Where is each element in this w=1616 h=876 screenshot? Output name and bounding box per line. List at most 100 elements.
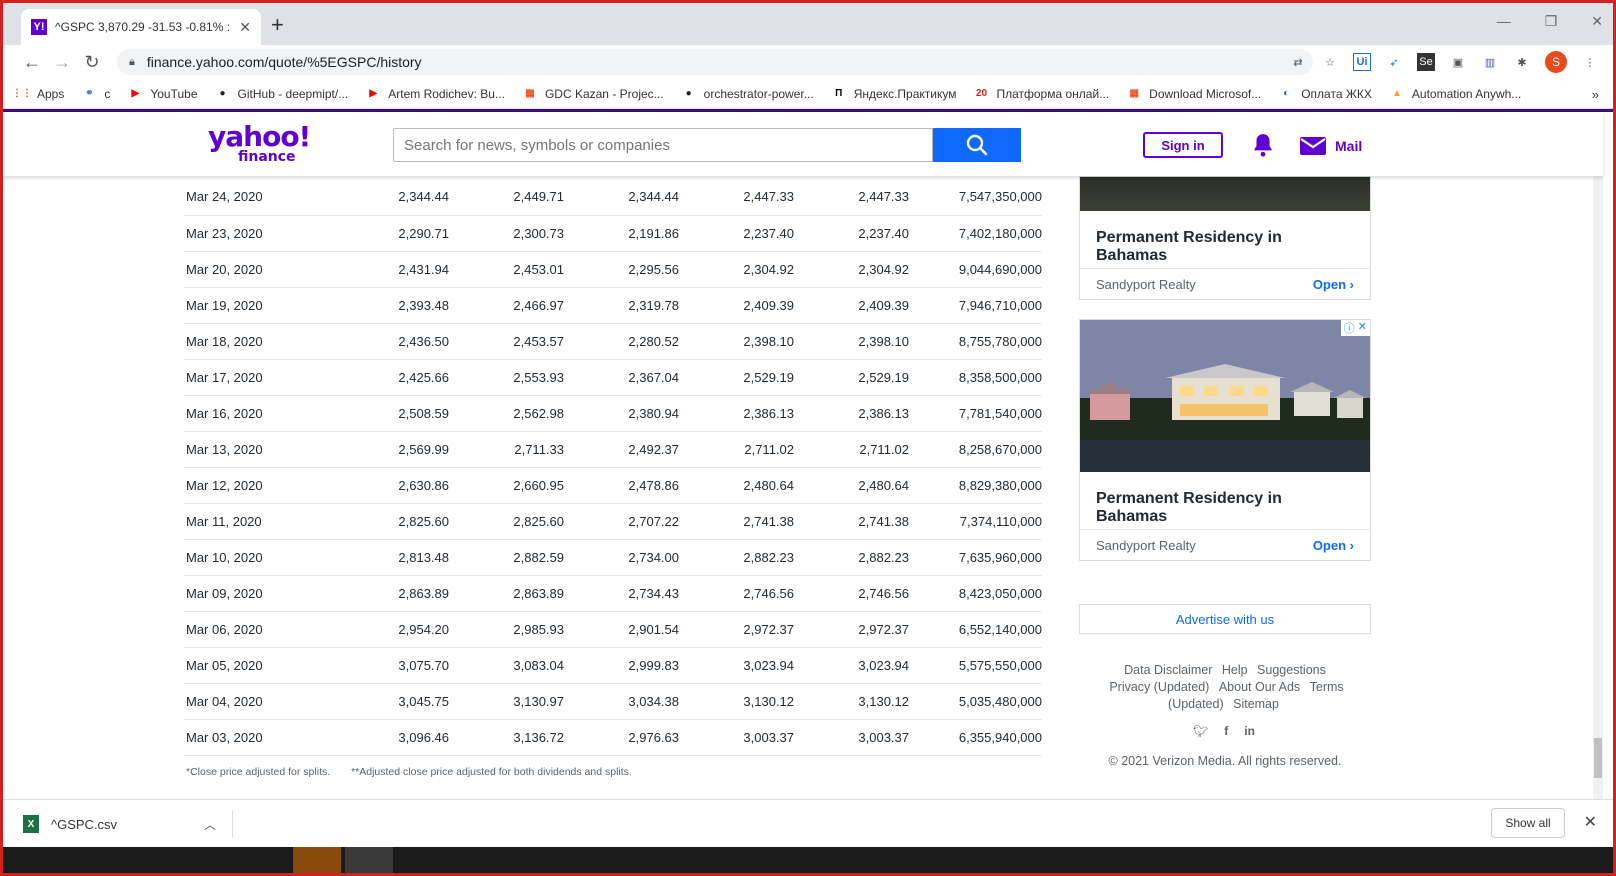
open-cell: 3,045.75	[334, 683, 449, 720]
window-controls: — ❐ ✕	[1497, 13, 1603, 30]
menu-kebab-icon[interactable]: ⋮	[1581, 53, 1599, 71]
chevron-up-icon[interactable]: ︿	[204, 816, 216, 833]
translate-icon[interactable]: ⇄	[1289, 53, 1307, 71]
adj-close-cell: 2,480.64	[794, 467, 909, 504]
teams-extension-icon[interactable]: ▥	[1481, 53, 1499, 71]
bookmark-item[interactable]: ▶ Artem Rodichev: Bu...	[366, 87, 505, 101]
ad-open-link[interactable]: Open ›	[1313, 277, 1354, 292]
show-all-button[interactable]: Show all	[1491, 808, 1565, 838]
open-cell: 2,863.89	[334, 575, 449, 612]
date-cell: Mar 12, 2020	[184, 467, 334, 504]
notifications-bell-icon[interactable]	[1250, 132, 1276, 163]
ad-footer: Sandyport Realty Open ›	[1080, 269, 1370, 299]
ad-choices-icon[interactable]: ⓘ ✕	[1340, 320, 1370, 336]
footer-link[interactable]: About Our Ads	[1219, 680, 1300, 694]
footer-link[interactable]: Suggestions	[1257, 663, 1326, 677]
back-icon[interactable]: ←	[17, 52, 47, 73]
high-cell: 2,863.89	[449, 575, 564, 612]
bookmark-item[interactable]: ⋮⋮ Apps	[12, 87, 64, 101]
ad-open-link[interactable]: Open ›	[1313, 538, 1354, 553]
linkedin-icon[interactable]: in	[1244, 724, 1255, 738]
ad-sponsor: Sandyport Realty	[1096, 537, 1196, 553]
high-cell: 2,466.97	[449, 287, 564, 324]
download-item[interactable]: X ^GSPC.csv ︿	[23, 810, 233, 838]
volume-cell: 5,035,480,000	[909, 683, 1042, 720]
close-cell: 3,130.12	[679, 683, 794, 720]
low-cell: 2,492.37	[564, 431, 679, 468]
puzzle-extensions-icon[interactable]: ✱	[1513, 53, 1531, 71]
yahoo-finance-logo[interactable]: yahoo! finance	[208, 123, 311, 165]
footer-link[interactable]: Privacy (Updated)	[1109, 680, 1209, 694]
star-icon[interactable]: ☆	[1321, 53, 1339, 71]
sponsored-ad[interactable]: Permanent Residency in Bahamas Sandyport…	[1079, 176, 1371, 300]
table-row: Mar 10, 2020 2,813.48 2,882.59 2,734.00 2,88…	[184, 539, 1042, 576]
adj-close-cell: 2,409.39	[794, 287, 909, 324]
restore-icon[interactable]: ❐	[1545, 13, 1558, 30]
close-cell: 2,480.64	[679, 467, 794, 504]
table-row: Mar 18, 2020 2,436.50 2,453.57 2,280.52 2,39…	[184, 323, 1042, 360]
footer-link[interactable]: Sitemap	[1233, 697, 1279, 711]
volume-cell: 5,575,550,000	[909, 647, 1042, 684]
footer-link[interactable]: Data Disclaimer	[1124, 663, 1212, 677]
forward-icon[interactable]: →	[47, 52, 77, 73]
bookmark-item[interactable]: ▶ YouTube	[128, 87, 198, 101]
date-cell: Mar 04, 2020	[184, 683, 334, 720]
high-cell: 2,553.93	[449, 359, 564, 396]
bookmark-item[interactable]: 20 Платформа онлай...	[974, 87, 1109, 101]
selenium-extension-icon[interactable]: Se	[1417, 53, 1435, 71]
profile-avatar[interactable]: S	[1545, 51, 1567, 73]
new-tab-icon[interactable]: +	[271, 14, 284, 36]
table-footnotes: *Close price adjusted for splits. **Adju…	[186, 766, 650, 778]
bookmarks-overflow-icon[interactable]: »	[1592, 87, 1599, 102]
footnote-adj-close: **Adjusted close price adjusted for both…	[351, 766, 632, 778]
close-tab-icon[interactable]: ✕	[239, 19, 251, 36]
facebook-icon[interactable]: f	[1224, 724, 1228, 738]
bookmark-item[interactable]: ⚭ c	[82, 87, 110, 101]
apps-grid-icon: ⋮⋮	[12, 88, 32, 99]
address-bar[interactable]: 🔒︎ finance.yahoo.com/quote/%5EGSPC/histo…	[117, 49, 1313, 75]
ad-title[interactable]: Permanent Residency in Bahamas	[1080, 211, 1370, 269]
date-cell: Mar 13, 2020	[184, 431, 334, 468]
taskbar-app[interactable]	[293, 847, 341, 873]
bookmark-item[interactable]: ▦ GDC Kazan - Projec...	[523, 87, 663, 101]
close-download-bar-icon[interactable]: ✕	[1584, 812, 1597, 832]
high-cell: 2,453.01	[449, 251, 564, 288]
scrollbar-thumb[interactable]	[1594, 738, 1602, 778]
bookmark-item[interactable]: ▦ Download Microsof...	[1127, 87, 1261, 101]
close-cell: 2,741.38	[679, 503, 794, 540]
vertical-scrollbar[interactable]	[1593, 112, 1603, 799]
footer-link[interactable]: Help	[1222, 663, 1248, 677]
power-automate-extension-icon[interactable]: ➶	[1385, 53, 1403, 71]
footnote-close: *Close price adjusted for splits.	[186, 766, 331, 778]
bookmark-item[interactable]: ▲ Automation Anywh...	[1390, 87, 1521, 101]
advertise-with-us-link[interactable]: Advertise with us	[1079, 604, 1371, 634]
bookmark-item[interactable]: П Яндекс.Практикум	[832, 87, 956, 101]
search-input[interactable]	[393, 128, 933, 162]
close-window-icon[interactable]: ✕	[1591, 13, 1603, 30]
mail-link[interactable]: Mail	[1299, 136, 1362, 156]
search-button[interactable]	[933, 128, 1021, 162]
close-cell: 2,409.39	[679, 287, 794, 324]
search-icon	[966, 134, 988, 156]
low-cell: 2,478.86	[564, 467, 679, 504]
reader-extension-icon[interactable]: ▣	[1449, 53, 1467, 71]
table-row: Mar 17, 2020 2,425.66 2,553.93 2,367.04 2,52…	[184, 359, 1042, 396]
taskbar-app[interactable]	[345, 847, 393, 873]
bookmark-item[interactable]: ◐ Оплата ЖКХ	[1279, 87, 1372, 101]
open-cell: 2,954.20	[334, 611, 449, 648]
sign-in-button[interactable]: Sign in	[1143, 132, 1223, 158]
reload-icon[interactable]: ↻	[77, 52, 107, 73]
ad-footer: Sandyport Realty Open ›	[1080, 530, 1370, 560]
minimize-icon[interactable]: —	[1497, 13, 1511, 30]
bookmark-item[interactable]: ● GitHub - deepmipt/...	[216, 87, 348, 101]
open-cell: 2,393.48	[334, 287, 449, 324]
sponsored-ad[interactable]: ⓘ ✕ Permanent Residency in Bahamas Sandyp…	[1079, 319, 1371, 561]
low-cell: 2,380.94	[564, 395, 679, 432]
uipath-extension-icon[interactable]: Ui	[1353, 53, 1371, 71]
download-filename: ^GSPC.csv	[51, 816, 118, 832]
bookmark-item[interactable]: ● orchestrator-power...	[682, 87, 814, 101]
date-cell: Mar 20, 2020	[184, 251, 334, 288]
browser-tab[interactable]: Y! ^GSPC 3,870.29 -31.53 -0.81% : S ✕	[21, 9, 261, 45]
twitter-icon[interactable]: 🐦︎	[1193, 724, 1208, 738]
ad-title[interactable]: Permanent Residency in Bahamas	[1080, 472, 1370, 530]
